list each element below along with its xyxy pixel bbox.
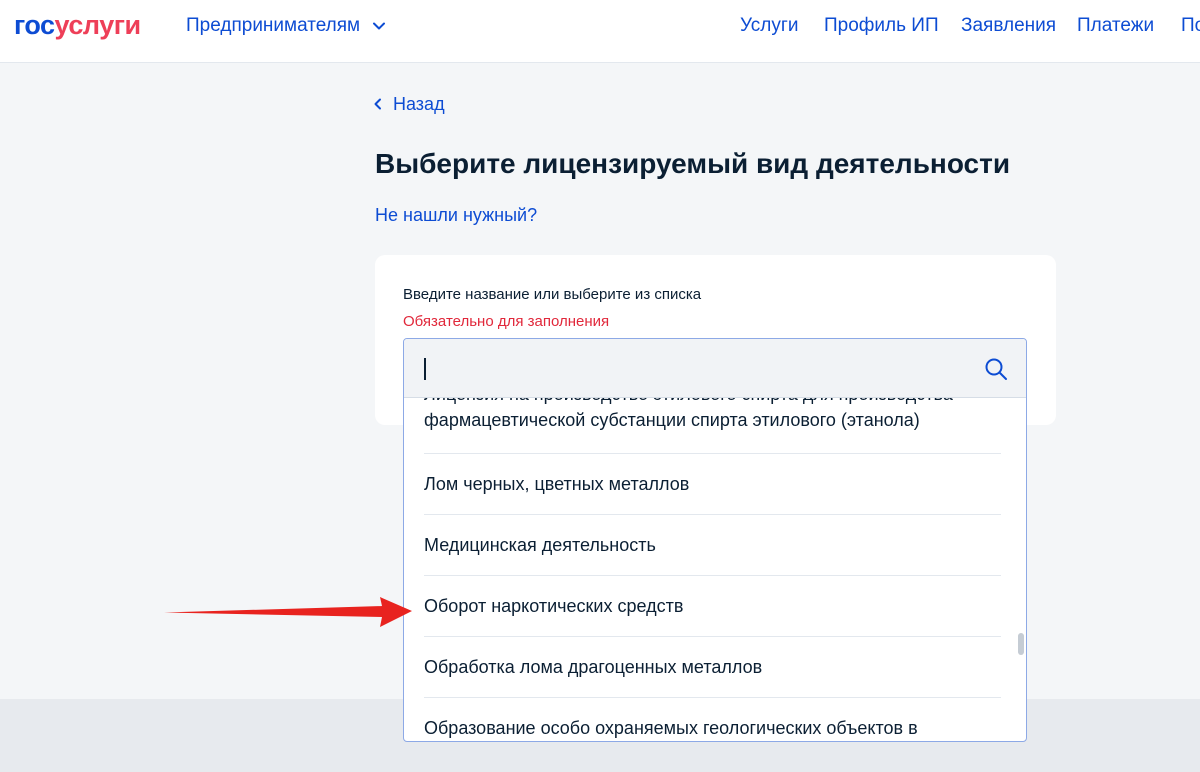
dropdown-option-narcotics[interactable]: Оборот наркотических средств <box>424 593 1001 619</box>
search-input[interactable] <box>404 339 1026 398</box>
field-label: Введите название или выберите из списка <box>403 286 702 303</box>
scrollbar-thumb[interactable] <box>1018 633 1024 655</box>
option-divider <box>424 636 1001 637</box>
text-caret <box>424 358 426 380</box>
option-divider <box>424 697 1001 698</box>
nav-applications[interactable]: Заявления <box>961 14 1056 38</box>
logo-part-gos: гос <box>14 10 55 40</box>
nav-services[interactable]: Услуги <box>740 14 798 38</box>
dropdown-option-precious-scrap[interactable]: Обработка лома драгоценных металлов <box>424 654 1001 680</box>
chevron-left-icon <box>374 98 381 110</box>
dropdown-option-medical[interactable]: Медицинская деятельность <box>424 532 1001 558</box>
option-divider <box>424 453 1001 454</box>
gosuslugi-logo[interactable]: госуслуги <box>14 10 141 40</box>
audience-label: Предпринимателям <box>186 15 361 36</box>
chevron-down-icon <box>373 22 386 30</box>
not-found-link[interactable]: Не нашли нужный? <box>375 203 537 227</box>
option-divider <box>424 575 1001 576</box>
page-title: Выберите лицензируемый вид деятельности <box>375 148 1011 179</box>
required-hint: Обязательно для заполнения <box>403 313 610 330</box>
nav-more-truncated[interactable]: По <box>1181 14 1200 38</box>
back-label: Назад <box>393 94 445 114</box>
audience-switcher[interactable]: Предпринимателям <box>186 14 386 38</box>
dropdown-option-geological[interactable]: Образование особо охраняемых геологическ… <box>424 715 1001 741</box>
logo-part-uslugi: услуги <box>54 10 142 40</box>
dropdown-option-scrap-metals[interactable]: Лом черных, цветных металлов <box>424 471 1001 497</box>
red-arrow-icon <box>164 597 412 627</box>
option-divider <box>424 514 1001 515</box>
back-link[interactable]: Назад <box>373 92 445 116</box>
activity-combobox[interactable]: Лицензия на производство этилового спирт… <box>403 338 1027 742</box>
top-header: госуслуги Предпринимателям Услуги Профил… <box>0 0 1200 63</box>
nav-ip-profile[interactable]: Профиль ИП <box>824 14 939 38</box>
dropdown-list: Лицензия на производство этилового спирт… <box>404 398 1026 741</box>
search-icon[interactable] <box>984 357 1008 381</box>
dropdown-option-ethanol[interactable]: Лицензия на производство этилового спирт… <box>424 398 1001 433</box>
nav-payments[interactable]: Платежи <box>1077 14 1154 38</box>
